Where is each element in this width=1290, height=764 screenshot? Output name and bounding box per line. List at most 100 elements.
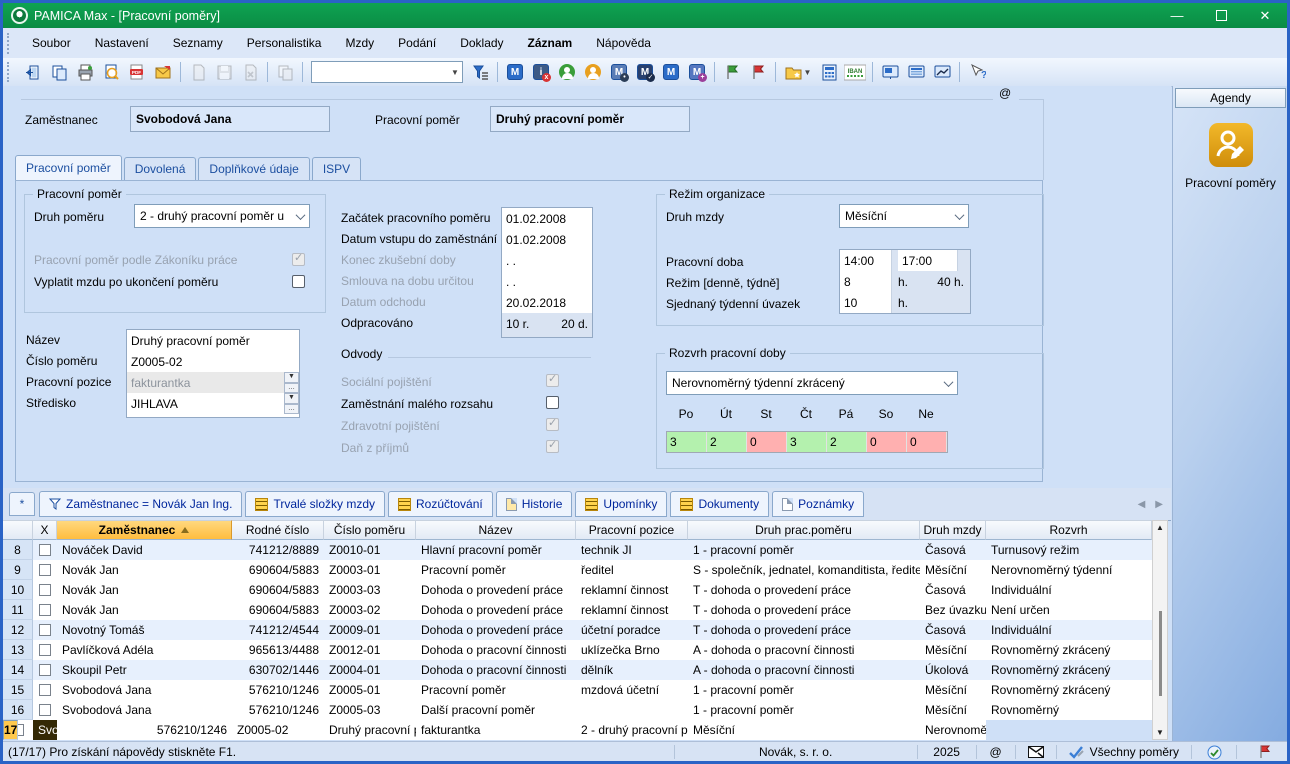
row-checkbox[interactable]	[39, 704, 51, 716]
cislo-pomeru-field[interactable]: Z0005-02	[127, 351, 299, 372]
header-pracovni-pozice[interactable]: Pracovní pozice	[576, 520, 688, 540]
print-preview-icon[interactable]	[98, 60, 124, 84]
table-row[interactable]: 12 Novotný Tomáš 741212/4544 Z0009-01 Do…	[3, 620, 1168, 640]
odchod-field[interactable]: 20.02.2018	[502, 292, 592, 313]
exit-icon[interactable]	[20, 60, 46, 84]
dan-checkbox[interactable]	[546, 440, 559, 453]
chevron-down-icon[interactable]: ▼	[448, 62, 462, 82]
agenda-pracovni-pomery[interactable]: Pracovní poměry	[1173, 122, 1288, 190]
monitor-icon[interactable]	[929, 60, 955, 84]
print-icon[interactable]	[72, 60, 98, 84]
row-checkbox[interactable]	[39, 624, 51, 636]
context-help-icon[interactable]: ?	[964, 60, 990, 84]
vyplatit-checkbox[interactable]	[292, 275, 305, 288]
relation-field[interactable]: Druhý pracovní poměr	[490, 106, 690, 132]
table-row[interactable]: 10 Novák Jan 690604/5883 Z0003-03 Dohoda…	[3, 580, 1168, 600]
menu-seznamy[interactable]: Seznamy	[161, 32, 235, 54]
row-checkbox[interactable]	[39, 604, 51, 616]
doba-do-field[interactable]: 17:00	[898, 250, 958, 271]
red-flag-icon[interactable]	[1243, 745, 1287, 759]
stredisko-dropdown-button[interactable]: ▼	[284, 393, 299, 404]
employee-orange-icon[interactable]	[580, 60, 606, 84]
copy-icon[interactable]	[272, 60, 298, 84]
tab-doplnkove-udaje[interactable]: Doplňkové údaje	[198, 157, 309, 180]
m-check-icon[interactable]: M✓	[632, 60, 658, 84]
save-record-icon[interactable]	[211, 60, 237, 84]
stredisko-more-button[interactable]: …	[284, 404, 299, 415]
m-clock-icon[interactable]: M•	[606, 60, 632, 84]
m-plain-icon[interactable]: M	[658, 60, 684, 84]
scroll-up-icon[interactable]: ▲	[1153, 523, 1167, 532]
stredisko-field[interactable]: JIHLAVA ▼…	[127, 393, 299, 414]
tab-trvale-slozky[interactable]: Trvalé složky mzdy	[245, 491, 385, 517]
tab-poznamky[interactable]: Poznámky	[772, 491, 864, 517]
header-rozvrh[interactable]: Rozvrh	[986, 520, 1152, 540]
zdravotni-checkbox[interactable]	[546, 418, 559, 431]
scrollbar-thumb[interactable]	[1159, 611, 1162, 696]
ok-circle-icon[interactable]	[1198, 745, 1230, 760]
tab-dokumenty[interactable]: Dokumenty	[670, 491, 769, 517]
scroll-down-icon[interactable]: ▼	[1153, 728, 1167, 737]
menu-podani[interactable]: Podání	[386, 32, 448, 54]
filter-icon[interactable]	[467, 60, 493, 84]
payroll-m-icon[interactable]: M	[502, 60, 528, 84]
rozvrh-select[interactable]: Nerovnoměrný týdenní zkrácený	[666, 371, 958, 395]
close-button[interactable]: ✕	[1243, 3, 1287, 28]
email-at-symbol[interactable]: @	[999, 86, 1011, 100]
doba-od-field[interactable]: 14:00	[840, 250, 892, 271]
status-year[interactable]: 2025	[924, 745, 970, 759]
status-filter[interactable]: Všechny poměry	[1063, 745, 1185, 759]
header-x[interactable]: X	[33, 520, 57, 540]
table-row[interactable]: 9 Novák Jan 690604/5883 Z0003-01 Pracovn…	[3, 560, 1168, 580]
zkusebni-field[interactable]: . .	[502, 250, 592, 271]
menu-nastaveni[interactable]: Nastavení	[83, 32, 161, 54]
row-checkbox[interactable]	[39, 644, 51, 656]
table-row[interactable]: 14 Skoupil Petr 630702/1446 Z0004-01 Doh…	[3, 660, 1168, 680]
table-row[interactable]: 11 Novák Jan 690604/5883 Z0003-02 Dohoda…	[3, 600, 1168, 620]
maximize-button[interactable]	[1199, 3, 1243, 28]
favorites-folder-icon[interactable]: ▼	[780, 60, 816, 84]
mail-status-icon[interactable]	[1022, 746, 1050, 758]
zacatek-field[interactable]: 01.02.2008	[502, 208, 592, 229]
header-cislo-pomeru[interactable]: Číslo poměru	[324, 520, 416, 540]
row-checkbox[interactable]	[39, 664, 51, 676]
hours-ut[interactable]: 2	[707, 432, 747, 452]
tab-filter-zamestnanec[interactable]: Zaměstnanec = Novák Jan Ing.	[39, 491, 242, 517]
row-checkbox[interactable]	[39, 564, 51, 576]
tab-scroll-right-icon[interactable]: ▶	[1155, 499, 1163, 510]
pdf-export-icon[interactable]: PDF	[124, 60, 150, 84]
vstup-field[interactable]: 01.02.2008	[502, 229, 592, 250]
uvazek-field[interactable]: 10	[840, 292, 892, 313]
tab-ispv[interactable]: ISPV	[312, 157, 361, 180]
agendy-header[interactable]: Agendy	[1175, 88, 1286, 108]
header-nazev[interactable]: Název	[416, 520, 576, 540]
menu-soubor[interactable]: Soubor	[20, 32, 83, 54]
send-email-icon[interactable]	[150, 60, 176, 84]
monitor-table-icon[interactable]	[903, 60, 929, 84]
row-checkbox[interactable]	[39, 544, 51, 556]
tab-dovolena[interactable]: Dovolená	[124, 157, 197, 180]
table-scrollbar[interactable]: ▲ ▼	[1152, 520, 1168, 740]
status-at[interactable]: @	[983, 745, 1009, 759]
druh-mzdy-select[interactable]: Měsíční	[839, 204, 969, 228]
table-row-selected[interactable]: 17 Svobodová Jana 576210/1246 Z0005-02 D…	[3, 720, 1168, 740]
hours-so[interactable]: 0	[867, 432, 907, 452]
green-flag-icon[interactable]	[719, 60, 745, 84]
star-tab[interactable]: *	[9, 492, 35, 516]
row-checkbox[interactable]	[39, 584, 51, 596]
hours-st[interactable]: 0	[747, 432, 787, 452]
header-druh-mzdy[interactable]: Druh mzdy	[920, 520, 986, 540]
delete-record-icon[interactable]	[237, 60, 263, 84]
hours-po[interactable]: 3	[667, 432, 707, 452]
monitor-chat-icon[interactable]	[877, 60, 903, 84]
header-rodne-cislo[interactable]: Rodné číslo	[232, 520, 324, 540]
tab-scroll-left-icon[interactable]: ◀	[1138, 499, 1146, 510]
header-zamestnanec[interactable]: Zaměstnanec	[57, 520, 232, 540]
menu-doklady[interactable]: Doklady	[448, 32, 515, 54]
nazev-field[interactable]: Druhý pracovní poměr	[127, 330, 299, 351]
menu-personalistika[interactable]: Personalistika	[235, 32, 334, 54]
maly-rozsah-checkbox[interactable]	[546, 396, 559, 409]
tab-historie[interactable]: Historie	[496, 491, 573, 517]
m-plus-icon[interactable]: M+	[684, 60, 710, 84]
hours-pa[interactable]: 2	[827, 432, 867, 452]
